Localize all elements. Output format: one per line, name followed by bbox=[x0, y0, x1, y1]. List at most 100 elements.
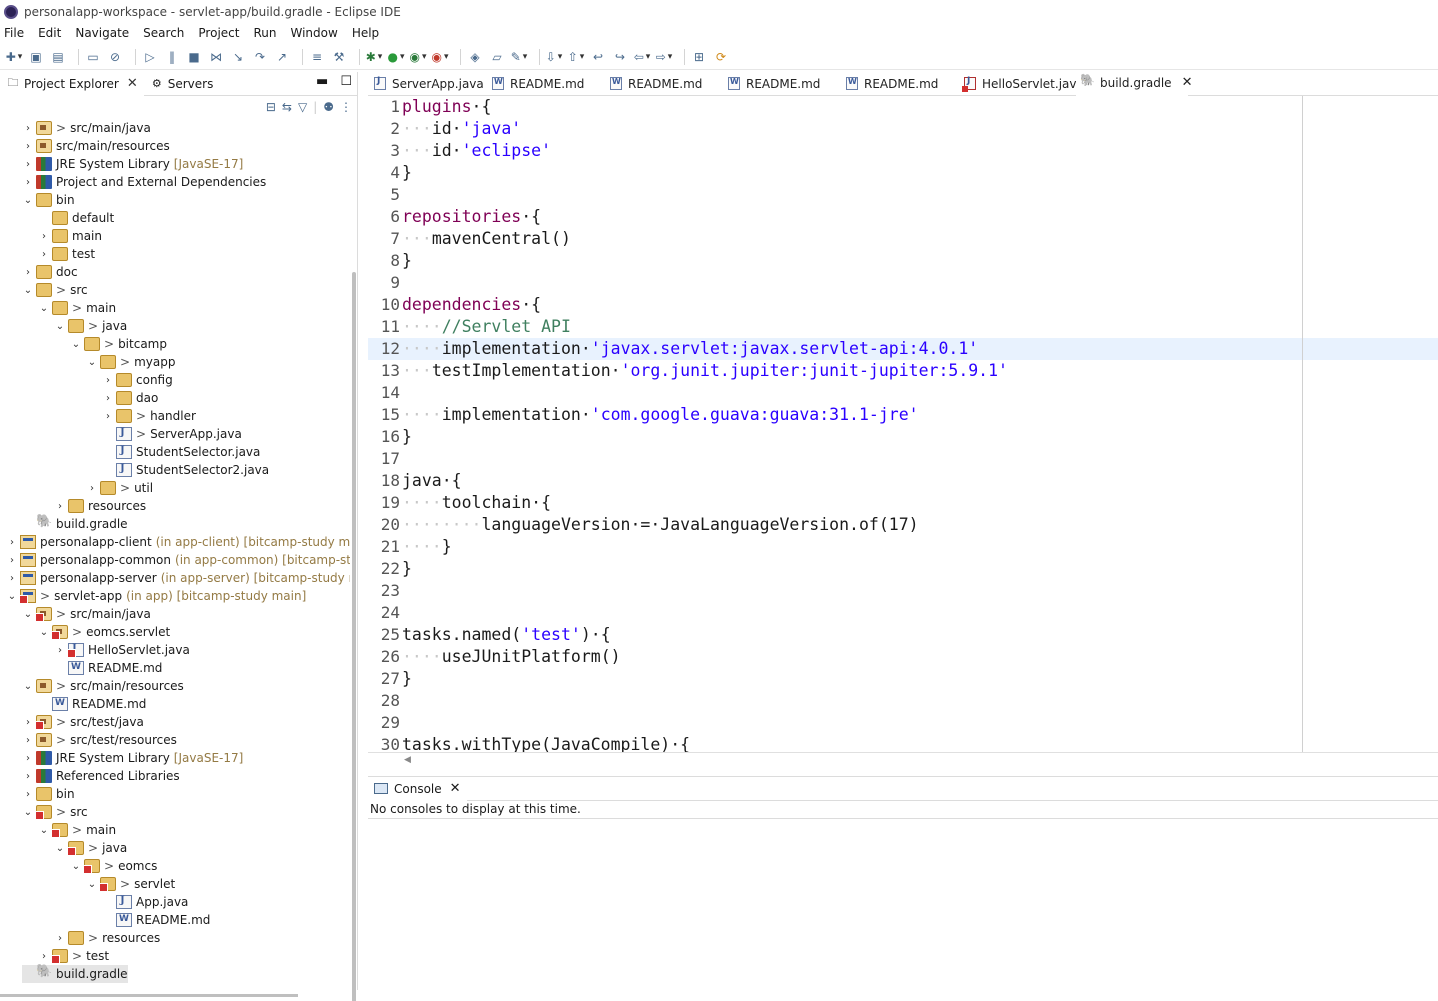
chevron-right-icon[interactable]: › bbox=[54, 929, 66, 947]
chevron-right-icon[interactable]: › bbox=[22, 767, 34, 785]
chevron-right-icon[interactable]: › bbox=[22, 749, 34, 767]
tree-item[interactable]: › resources bbox=[54, 497, 146, 515]
tree-item[interactable]: ⌄ > servlet bbox=[86, 875, 175, 893]
save-icon[interactable]: ▣ bbox=[28, 49, 44, 65]
terminate-icon[interactable]: ■ bbox=[186, 49, 202, 65]
view-options-icon[interactable]: ⚉ bbox=[323, 100, 334, 114]
run-icon[interactable]: ● bbox=[388, 49, 404, 65]
chevron-right-icon[interactable]: › bbox=[102, 371, 114, 389]
minimize-icon[interactable]: ▬ bbox=[316, 74, 328, 89]
suspend-icon[interactable]: ‖ bbox=[164, 49, 180, 65]
tab-project-explorer[interactable]: 🗀 Project Explorer ✕ bbox=[0, 71, 144, 96]
disconnect-icon[interactable]: ⋈ bbox=[208, 49, 224, 65]
tree-item[interactable]: ⌄ > main bbox=[38, 821, 116, 839]
chevron-right-icon[interactable]: › bbox=[22, 263, 34, 281]
tree-item[interactable]: ⌄ > src bbox=[22, 803, 88, 821]
tree-item[interactable]: › > handler bbox=[102, 407, 196, 425]
menu-edit[interactable]: Edit bbox=[38, 26, 61, 40]
step-over-icon[interactable]: ↷ bbox=[252, 49, 268, 65]
scroll-left-icon[interactable]: ◀ bbox=[404, 755, 411, 765]
tree-item[interactable]: README.md bbox=[54, 659, 162, 677]
step-return-icon[interactable]: ↗ bbox=[274, 49, 290, 65]
tab-console[interactable]: Console ✕ bbox=[368, 776, 467, 801]
tree-item[interactable]: › > src/test/resources bbox=[22, 731, 177, 749]
code-editor[interactable]: 1 plugins·{2 ···id·'java' 3 ···id·'eclipse' 4… bbox=[368, 96, 1438, 752]
tree-item[interactable]: › > resources bbox=[54, 929, 160, 947]
tree-item[interactable]: › JRE System Library [JavaSE-17] bbox=[22, 749, 243, 767]
resume-icon[interactable]: ▷ bbox=[142, 49, 158, 65]
tree-item[interactable]: ⌄ > eomcs.servlet bbox=[38, 623, 170, 641]
chevron-down-icon[interactable]: ⌄ bbox=[38, 623, 50, 641]
chevron-right-icon[interactable]: › bbox=[22, 119, 34, 137]
build-icon[interactable]: ⚒ bbox=[331, 49, 347, 65]
menu-project[interactable]: Project bbox=[198, 26, 239, 40]
horizontal-scrollbar[interactable] bbox=[0, 994, 298, 997]
chevron-right-icon[interactable]: › bbox=[22, 785, 34, 803]
chevron-down-icon[interactable]: ⌄ bbox=[70, 857, 82, 875]
chevron-down-icon[interactable]: ⌄ bbox=[22, 803, 34, 821]
prev-annotation-icon[interactable]: ⇧ bbox=[568, 49, 584, 65]
chevron-down-icon[interactable]: ⌄ bbox=[86, 353, 98, 371]
menu-search[interactable]: Search bbox=[143, 26, 184, 40]
next-annotation-icon[interactable]: ⇩ bbox=[546, 49, 562, 65]
chevron-right-icon[interactable]: › bbox=[38, 245, 50, 263]
tree-item[interactable]: › test bbox=[38, 245, 95, 263]
tree-item[interactable]: › > test bbox=[38, 947, 109, 965]
tree-item[interactable]: >ServerApp.java bbox=[102, 425, 242, 443]
chevron-down-icon[interactable]: ⌄ bbox=[70, 335, 82, 353]
tree-item[interactable]: App.java bbox=[102, 893, 188, 911]
tree-item[interactable]: ⌄ > servlet-app (in app) [bitcamp-study mai… bbox=[6, 587, 306, 605]
debug-icon[interactable]: ✱ bbox=[366, 49, 382, 65]
open-perspective-icon[interactable]: ⊞ bbox=[691, 49, 707, 65]
chevron-right-icon[interactable]: › bbox=[6, 551, 18, 569]
link-editor-icon[interactable]: ⇆ bbox=[282, 100, 292, 114]
tree-item[interactable]: ⌄ > bitcamp bbox=[70, 335, 167, 353]
tree-item[interactable]: StudentSelector.java bbox=[102, 443, 260, 461]
tree-item[interactable]: build.gradle bbox=[22, 964, 128, 983]
tree-item[interactable]: ⌄ > java bbox=[54, 317, 127, 335]
terminal-icon[interactable]: ▭ bbox=[85, 49, 101, 65]
tree-item[interactable]: › Project and External Dependencies bbox=[22, 173, 266, 191]
chevron-right-icon[interactable]: › bbox=[6, 533, 18, 551]
forward-edit-icon[interactable]: ↪ bbox=[612, 49, 628, 65]
tree-item[interactable]: ⌄ > src/main/resources bbox=[22, 677, 184, 695]
tree-item[interactable]: README.md bbox=[38, 695, 146, 713]
editor-horizontal-scrollbar[interactable]: ◀ bbox=[368, 752, 1438, 768]
tree-item[interactable]: › > src/test/java bbox=[22, 713, 144, 731]
chevron-right-icon[interactable]: › bbox=[86, 479, 98, 497]
menu-help[interactable]: Help bbox=[352, 26, 379, 40]
collapse-all-icon[interactable]: ⊟ bbox=[266, 100, 276, 114]
step-into-icon[interactable]: ↘ bbox=[230, 49, 246, 65]
close-icon[interactable]: ✕ bbox=[1182, 75, 1193, 90]
tree-item[interactable]: › doc bbox=[22, 263, 78, 281]
chevron-right-icon[interactable]: › bbox=[22, 137, 34, 155]
chevron-down-icon[interactable]: ⌄ bbox=[22, 605, 34, 623]
tree-item[interactable]: ⌄ > myapp bbox=[86, 353, 175, 371]
chevron-down-icon[interactable]: ⌄ bbox=[54, 839, 66, 857]
editor-tab[interactable]: README.md bbox=[840, 72, 958, 96]
open-folder-icon[interactable]: ▱ bbox=[489, 49, 505, 65]
tree-item[interactable]: ⌄ > src bbox=[22, 281, 88, 299]
close-icon[interactable]: ✕ bbox=[450, 781, 461, 796]
menu-file[interactable]: File bbox=[4, 26, 24, 40]
tree-item[interactable]: › src/main/resources bbox=[22, 137, 170, 155]
chevron-right-icon[interactable]: › bbox=[54, 497, 66, 515]
chevron-down-icon[interactable]: ⌄ bbox=[22, 281, 34, 299]
tree-item[interactable]: › Referenced Libraries bbox=[22, 767, 180, 785]
tree-item[interactable]: StudentSelector2.java bbox=[102, 461, 269, 479]
chevron-right-icon[interactable]: › bbox=[22, 731, 34, 749]
tree-item[interactable]: › JRE System Library [JavaSE-17] bbox=[22, 155, 243, 173]
run-server-icon[interactable]: ◉ bbox=[432, 49, 448, 65]
chevron-down-icon[interactable]: ⌄ bbox=[22, 677, 34, 695]
editor-tab[interactable]: README.md bbox=[604, 72, 722, 96]
chevron-right-icon[interactable]: › bbox=[102, 389, 114, 407]
view-menu-icon[interactable]: ⋮ bbox=[340, 100, 352, 114]
chevron-down-icon[interactable]: ⌄ bbox=[54, 317, 66, 335]
tree-item[interactable]: › > src/main/java bbox=[22, 119, 151, 137]
chevron-right-icon[interactable]: › bbox=[54, 641, 66, 659]
format-icon[interactable]: ≡ bbox=[309, 49, 325, 65]
tree-item[interactable]: › personalapp-common (in app-common) [bitc… bbox=[6, 551, 350, 569]
editor-tab[interactable]: build.gradle ✕ bbox=[1076, 71, 1192, 96]
chevron-right-icon[interactable]: › bbox=[22, 173, 34, 191]
tree-item[interactable]: › > util bbox=[86, 479, 153, 497]
